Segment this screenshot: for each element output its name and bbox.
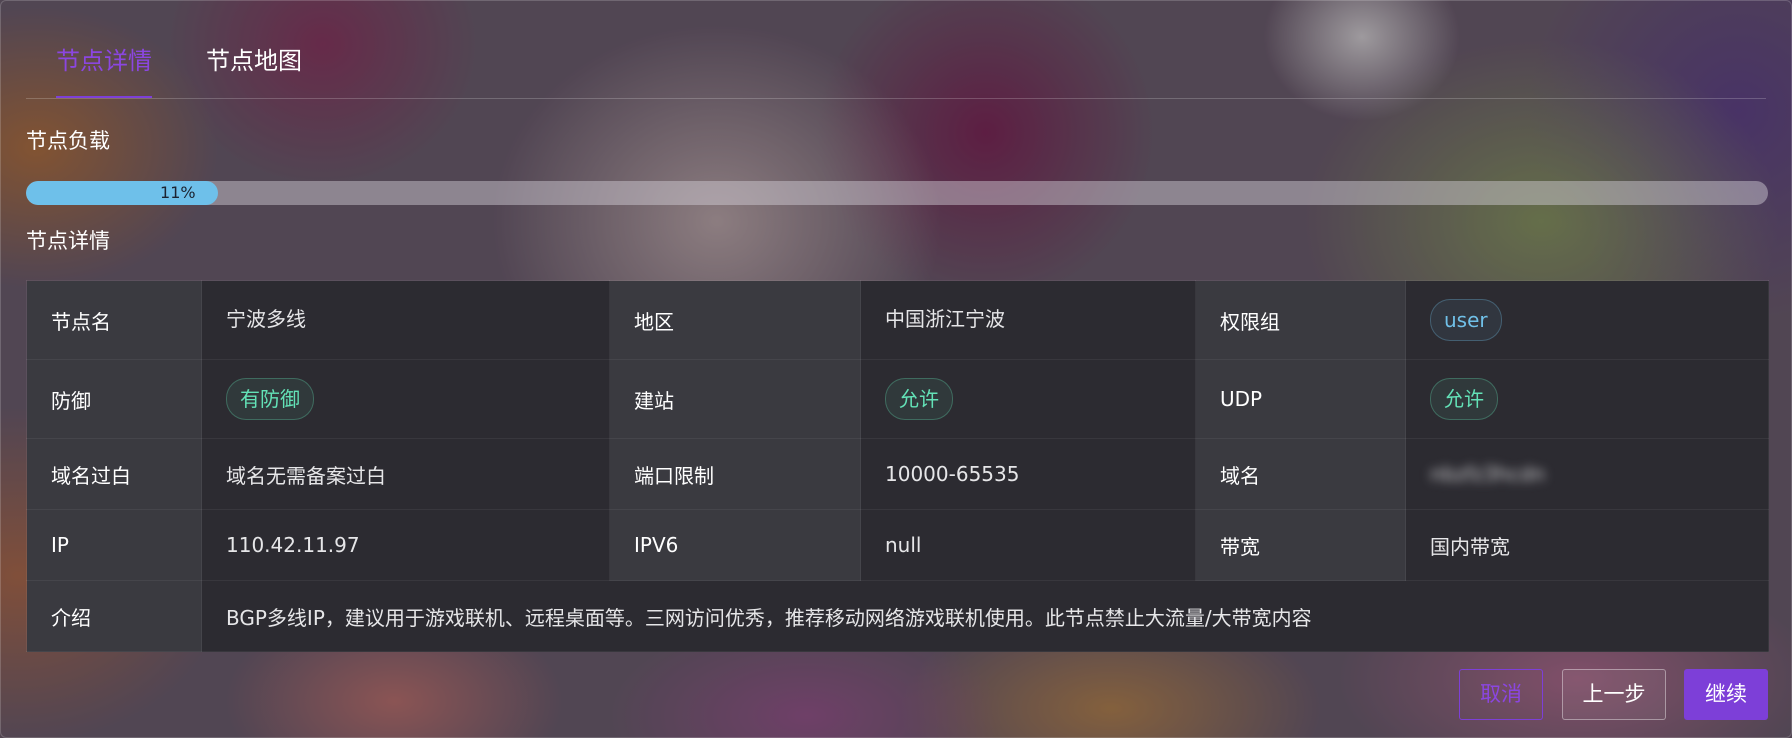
key-region: 地区 <box>609 280 861 360</box>
value-domain-blurred: nbzfz3hcdn <box>1430 462 1546 486</box>
defense-tag: 有防御 <box>226 378 314 420</box>
table-row: IP 110.42.11.97 IPV6 null 带宽 国内带宽 <box>26 509 1769 581</box>
table-row: 节点名 宁波多线 地区 中国浙江宁波 权限组 user <box>26 280 1769 360</box>
value-node-name: 宁波多线 <box>201 280 610 360</box>
key-intro: 介绍 <box>26 580 202 652</box>
tab-node-details[interactable]: 节点详情 <box>56 41 152 76</box>
value-ip: 110.42.11.97 <box>201 509 610 581</box>
value-domain-cell: nbzfz3hcdn <box>1405 438 1769 510</box>
value-udp-cell: 允许 <box>1405 359 1769 439</box>
progress-fill: 11% <box>26 181 218 205</box>
value-defense-cell: 有防御 <box>201 359 610 439</box>
table-row: 防御 有防御 建站 允许 UDP 允许 <box>26 359 1769 439</box>
node-load-heading: 节点负载 <box>26 129 110 153</box>
key-udp: UDP <box>1195 359 1406 439</box>
table-row: 介绍 BGP多线IP，建议用于游戏联机、远程桌面等。三网访问优秀，推荐移动网络游… <box>26 580 1769 652</box>
node-load-progress: 11% <box>26 181 1768 205</box>
table-row: 域名过白 域名无需备案过白 端口限制 10000-65535 域名 nbzfz3… <box>26 438 1769 510</box>
key-bandwidth: 带宽 <box>1195 509 1406 581</box>
key-defense: 防御 <box>26 359 202 439</box>
previous-step-button[interactable]: 上一步 <box>1562 669 1666 720</box>
value-bandwidth: 国内带宽 <box>1405 509 1769 581</box>
node-details-heading: 节点详情 <box>26 229 110 253</box>
key-ip: IP <box>26 509 202 581</box>
key-node-name: 节点名 <box>26 280 202 360</box>
value-domain-whitelist: 域名无需备案过白 <box>201 438 610 510</box>
node-details-table: 节点名 宁波多线 地区 中国浙江宁波 权限组 user 防御 有防御 建站 允许… <box>26 280 1769 652</box>
key-permission-group: 权限组 <box>1195 280 1406 360</box>
active-tab-indicator <box>56 96 152 98</box>
value-website-cell: 允许 <box>860 359 1196 439</box>
cancel-button[interactable]: 取消 <box>1459 669 1543 720</box>
key-website: 建站 <box>609 359 861 439</box>
key-port-limit: 端口限制 <box>609 438 861 510</box>
permission-group-tag: user <box>1430 299 1502 341</box>
value-port-limit: 10000-65535 <box>860 438 1196 510</box>
value-intro: BGP多线IP，建议用于游戏联机、远程桌面等。三网访问优秀，推荐移动网络游戏联机… <box>201 580 1769 652</box>
key-ipv6: IPV6 <box>609 509 861 581</box>
key-domain: 域名 <box>1195 438 1406 510</box>
value-region: 中国浙江宁波 <box>860 280 1196 360</box>
udp-tag: 允许 <box>1430 378 1498 420</box>
website-tag: 允许 <box>885 378 953 420</box>
value-permission-group-cell: user <box>1405 280 1769 360</box>
tab-bar: 节点详情 节点地图 <box>26 1 1766 99</box>
node-detail-dialog: 节点详情 节点地图 节点负载 11% 节点详情 节点名 宁波多线 地区 中国浙江… <box>0 0 1792 738</box>
value-ipv6: null <box>860 509 1196 581</box>
key-domain-whitelist: 域名过白 <box>26 438 202 510</box>
continue-button[interactable]: 继续 <box>1684 669 1768 720</box>
tab-node-map[interactable]: 节点地图 <box>206 41 302 76</box>
progress-percent-label: 11% <box>160 183 196 202</box>
